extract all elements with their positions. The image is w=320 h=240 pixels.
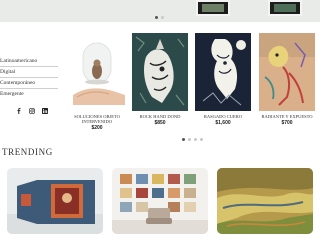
product-price: $200	[91, 125, 103, 131]
product-title[interactable]: Rasgado Cuero	[195, 114, 251, 119]
trending-card[interactable]	[7, 168, 103, 234]
category-item-emergente[interactable]: Emergente	[0, 89, 58, 99]
carousel-dot[interactable]	[200, 138, 203, 141]
banner-carousel-dots	[155, 16, 164, 19]
product-image[interactable]	[195, 33, 251, 111]
product-card[interactable]: Radiante y Expuesto $700	[259, 33, 315, 126]
linkedin-icon[interactable]	[42, 108, 48, 114]
trending-card[interactable]	[217, 168, 313, 234]
product-image[interactable]	[259, 33, 315, 111]
hero-banner[interactable]	[0, 0, 320, 22]
carousel-dot[interactable]	[182, 138, 185, 141]
product-image[interactable]	[69, 33, 125, 111]
product-price: $700	[281, 120, 293, 126]
banner-dot[interactable]	[155, 16, 158, 19]
trending-card[interactable]	[112, 168, 208, 234]
category-item-latinoamericano[interactable]: Latinoamericano	[0, 56, 58, 67]
product-title[interactable]: Radiante y Expuesto	[259, 114, 315, 119]
product-card[interactable]: Rock Hand Dond $850	[132, 33, 188, 126]
trending-heading: TRENDING	[2, 147, 53, 157]
product-image[interactable]	[132, 33, 188, 111]
banner-artwork-left	[196, 0, 230, 16]
product-title[interactable]: Soluciones Objeto Intervenido	[69, 114, 125, 124]
carousel-dot[interactable]	[188, 138, 191, 141]
product-price: $850	[154, 120, 166, 126]
instagram-icon[interactable]	[29, 108, 35, 114]
banner-artwork-right	[268, 0, 302, 16]
category-item-contemporaneo[interactable]: Contemporáneo	[0, 78, 58, 89]
carousel-dot[interactable]	[194, 138, 197, 141]
product-carousel-dots	[182, 138, 203, 141]
social-links	[16, 108, 48, 114]
product-title[interactable]: Rock Hand Dond	[132, 114, 188, 119]
facebook-icon[interactable]	[16, 108, 22, 114]
banner-dot[interactable]	[161, 16, 164, 19]
product-card[interactable]: Rasgado Cuero $1,600	[195, 33, 251, 126]
category-menu: Latinoamericano Digital Contemporáneo Em…	[0, 56, 58, 99]
category-item-digital[interactable]: Digital	[0, 67, 58, 78]
product-price: $1,600	[215, 120, 231, 126]
product-card[interactable]: Soluciones Objeto Intervenido $200	[69, 33, 125, 131]
